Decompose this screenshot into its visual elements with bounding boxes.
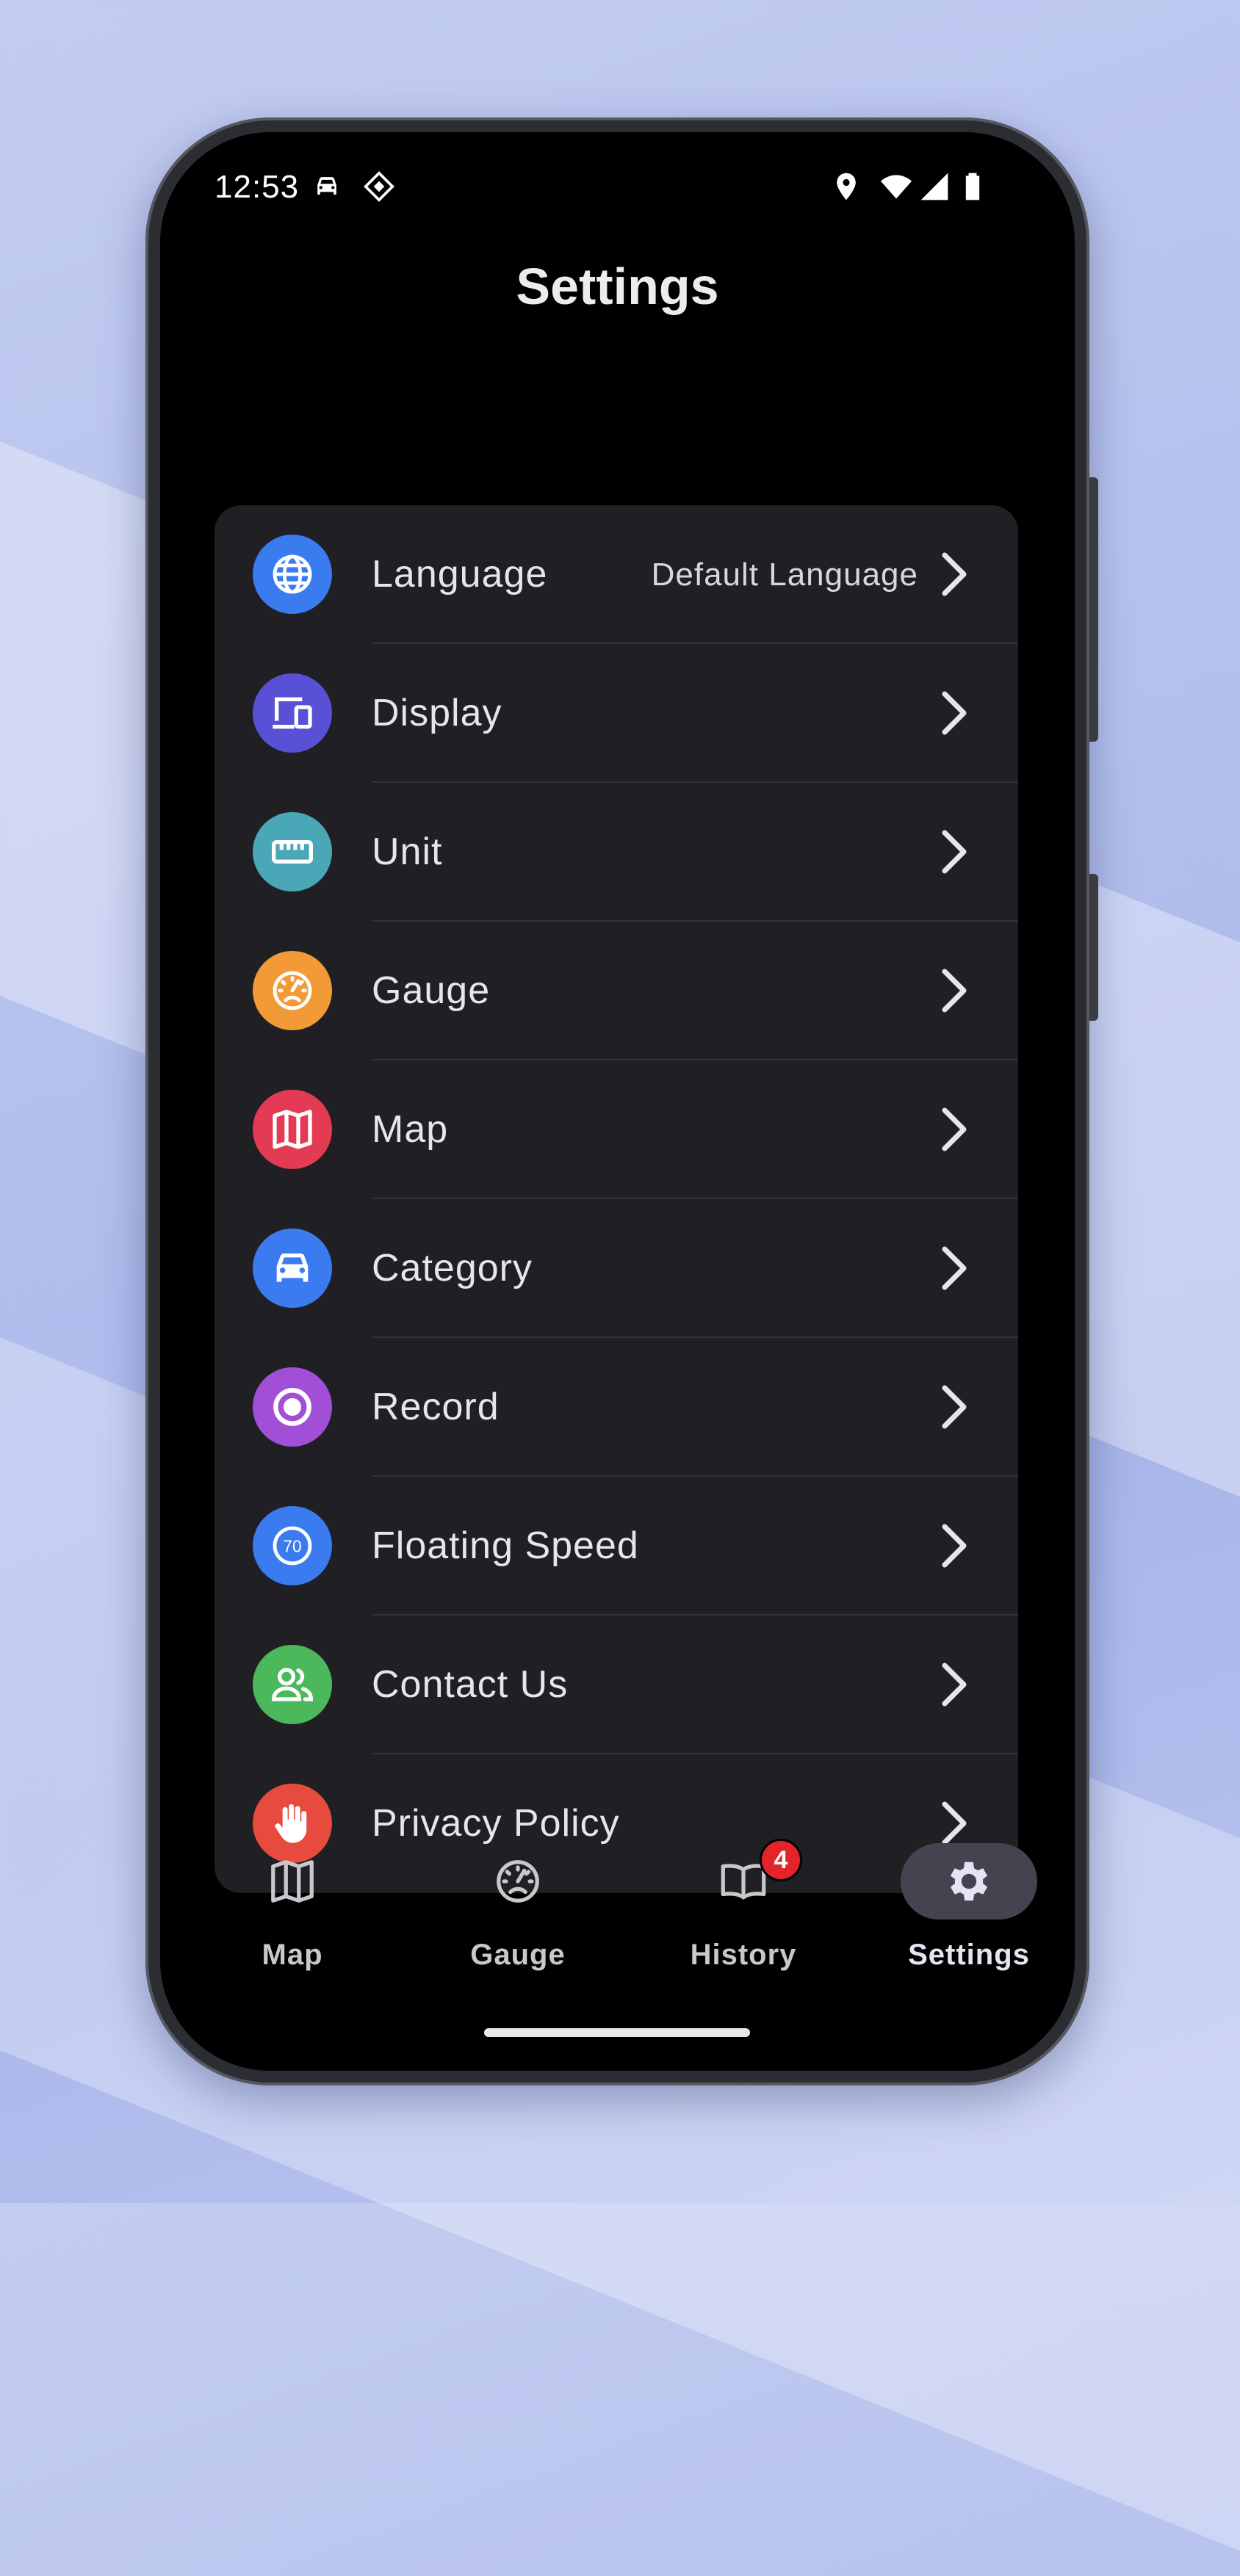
settings-item-floating-speed[interactable]: 70 Floating Speed	[215, 1477, 1018, 1616]
car-icon	[317, 177, 336, 195]
record-icon	[253, 1367, 332, 1447]
settings-item-map[interactable]: Map	[215, 1060, 1018, 1199]
home-indicator[interactable]	[484, 2028, 750, 2037]
chevron-right-icon	[942, 830, 967, 874]
battery-icon	[965, 173, 980, 200]
nav-item-label: Gauge	[470, 1939, 566, 1971]
screen: 12:53 Settings Language Default Language…	[160, 132, 1075, 2071]
settings-list: Language Default Language Display Unit G…	[215, 505, 1018, 1893]
globe-icon	[253, 535, 332, 614]
nav-item-label: Settings	[908, 1939, 1030, 1971]
chevron-right-icon	[942, 691, 967, 735]
ruler-icon	[253, 812, 332, 891]
settings-item-label: Record	[372, 1386, 500, 1428]
history-badge: 4	[760, 1839, 802, 1881]
speed-limit-text: 70	[283, 1537, 301, 1556]
settings-item-language[interactable]: Language Default Language	[215, 505, 1018, 644]
chevron-right-icon	[942, 552, 967, 596]
nav-item-label: History	[690, 1939, 797, 1971]
chevron-right-icon	[942, 1663, 967, 1707]
map-icon	[224, 1843, 361, 1920]
settings-item-label: Language	[372, 553, 548, 596]
chevron-right-icon	[942, 969, 967, 1013]
wifi-icon	[880, 175, 912, 199]
bottom-nav: Map Gauge 4 History Settings	[160, 1821, 1075, 2005]
power-button	[1089, 874, 1098, 1021]
status-time: 12:53	[215, 169, 300, 205]
volume-button	[1089, 477, 1098, 742]
chevron-right-icon	[942, 1246, 967, 1290]
settings-item-label: Display	[372, 692, 502, 734]
nav-item-label: Map	[262, 1939, 323, 1971]
speedometer-icon	[253, 951, 332, 1030]
devices-icon	[253, 673, 332, 753]
settings-item-contact-us[interactable]: Contact Us	[215, 1616, 1018, 1754]
settings-item-label: Map	[372, 1108, 449, 1151]
map-icon	[253, 1090, 332, 1169]
status-bar: 12:53	[160, 132, 1075, 220]
gear-icon	[901, 1843, 1037, 1920]
settings-item-value: Default Language	[651, 557, 918, 593]
settings-item-unit[interactable]: Unit	[215, 783, 1018, 922]
nav-item-settings[interactable]: Settings	[859, 1821, 1075, 2005]
signal-icon	[920, 173, 948, 200]
page-title: Settings	[516, 258, 719, 315]
nav-item-map[interactable]: Map	[182, 1821, 403, 2005]
people-icon	[253, 1645, 332, 1724]
phone-frame: 12:53 Settings Language Default Language…	[145, 117, 1098, 2085]
settings-item-gauge[interactable]: Gauge	[215, 922, 1018, 1060]
settings-item-label: Contact Us	[372, 1663, 569, 1706]
settings-item-label: Gauge	[372, 969, 491, 1012]
location-icon	[837, 173, 856, 200]
nfc-icon	[364, 171, 394, 202]
settings-item-label: Floating Speed	[372, 1524, 639, 1567]
chevron-right-icon	[942, 1385, 967, 1429]
settings-item-category[interactable]: Category	[215, 1199, 1018, 1338]
settings-item-label: Category	[372, 1247, 533, 1289]
nav-item-history[interactable]: 4 History	[633, 1821, 854, 2005]
settings-item-record[interactable]: Record	[215, 1338, 1018, 1477]
speedometer-icon	[450, 1843, 586, 1920]
car-icon	[253, 1229, 332, 1308]
speed-limit-icon: 70	[253, 1506, 332, 1585]
settings-item-label: Unit	[372, 831, 443, 873]
chevron-right-icon	[942, 1524, 967, 1568]
chevron-right-icon	[942, 1107, 967, 1151]
nav-item-gauge[interactable]: Gauge	[408, 1821, 628, 2005]
settings-item-display[interactable]: Display	[215, 644, 1018, 783]
